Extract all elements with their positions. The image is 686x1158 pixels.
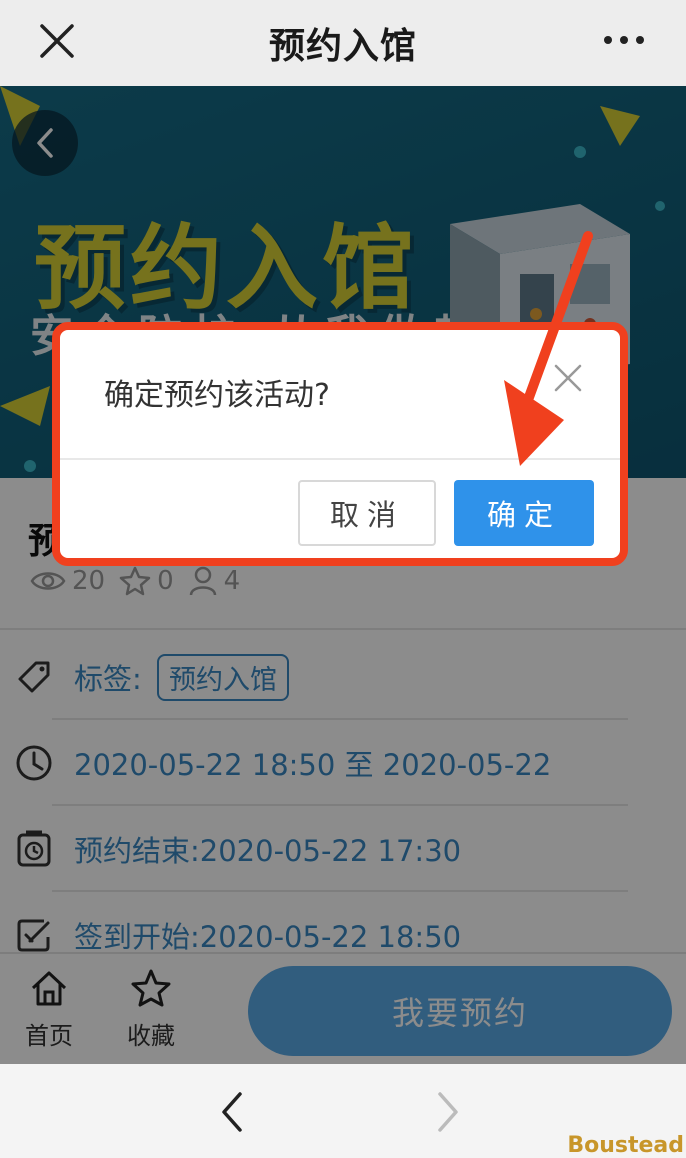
browser-nav-bar: Boustead xyxy=(0,1064,686,1158)
browser-forward-icon[interactable] xyxy=(430,1090,466,1134)
top-nav-bar: 预约入馆 xyxy=(0,0,686,86)
more-icon[interactable] xyxy=(602,30,646,50)
browser-back-icon[interactable] xyxy=(214,1090,250,1134)
page-title: 预约入馆 xyxy=(268,26,417,67)
close-icon[interactable] xyxy=(38,22,76,60)
arrow-annotation xyxy=(504,231,593,466)
watermark: Boustead xyxy=(567,1133,684,1158)
